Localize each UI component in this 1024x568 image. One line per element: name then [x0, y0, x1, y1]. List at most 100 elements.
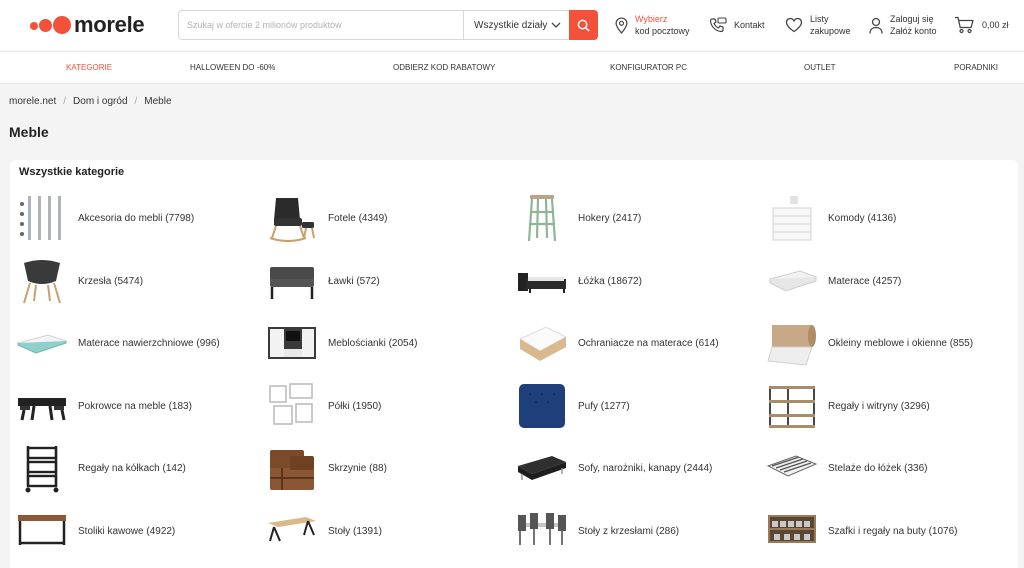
category-label: Stoliki kawowe (4922)	[78, 525, 176, 537]
category-label: Regały i witryny (3296)	[828, 400, 930, 412]
shelving-unit-icon	[766, 380, 818, 432]
category-tables[interactable]: Stoły (1391)	[266, 503, 382, 559]
category-rolling-carts[interactable]: Regały na kółkach (142)	[16, 440, 186, 496]
category-pouffes[interactable]: Pufy (1277)	[516, 378, 630, 434]
search-input[interactable]	[179, 11, 463, 39]
slatted-frame-icon	[766, 442, 818, 494]
bar-stool-icon	[516, 192, 568, 244]
morele-logo[interactable]: morele	[30, 11, 145, 39]
contact-label: Kontakt	[734, 20, 765, 30]
category-label: Stoły z krzesłami (286)	[578, 525, 680, 537]
category-wall-units[interactable]: Meblościanki (2054)	[266, 315, 418, 371]
category-furniture-covers[interactable]: Pokrowce na meble (183)	[16, 378, 192, 434]
postcode-subtitle: kod pocztowy	[635, 26, 690, 36]
contact-link[interactable]: Kontakt	[709, 12, 765, 38]
category-label: Pokrowce na meble (183)	[78, 400, 192, 412]
search-button[interactable]	[569, 10, 598, 40]
category-label: Akcesoria do mebli (7798)	[78, 212, 195, 224]
category-mattresses[interactable]: Materace (4257)	[766, 253, 901, 309]
category-benches[interactable]: Ławki (572)	[266, 253, 380, 309]
nav-outlet[interactable]: OUTLET	[804, 63, 836, 72]
breadcrumb-home[interactable]: morele.net	[9, 96, 56, 107]
category-beds[interactable]: Łóżka (18672)	[516, 253, 642, 309]
mattress-protector-icon	[516, 317, 568, 369]
header: morele Wszystkie działy Wybierz kod pocz…	[0, 0, 1024, 50]
logo-dots-icon	[30, 15, 71, 35]
login-link[interactable]: Zaloguj się Załóż konto	[869, 12, 937, 38]
category-coffee-tables[interactable]: Stoliki kawowe (4922)	[16, 503, 175, 559]
wall-unit-icon	[266, 317, 318, 369]
postcode-title: Wybierz	[635, 14, 668, 24]
category-label: Pufy (1277)	[578, 400, 630, 412]
nav-categories[interactable]: KATEGORIE	[66, 63, 112, 72]
sofa-icon	[516, 442, 568, 494]
category-slatted-frames[interactable]: Stelaże do łóżek (336)	[766, 440, 928, 496]
category-label: Regały na kółkach (142)	[78, 462, 186, 474]
nav-pc-configurator[interactable]: KONFIGURATOR PC	[610, 63, 687, 72]
category-select[interactable]: Wszystkie działy	[463, 11, 569, 39]
category-label: Materace (4257)	[828, 275, 902, 287]
category-label: Szafki i regały na buty (1076)	[828, 525, 958, 537]
dining-set-icon	[516, 505, 568, 557]
cart-link[interactable]: 0,00 zł	[954, 12, 1009, 38]
cart-total: 0,00 zł	[982, 20, 1009, 30]
cart-icon	[955, 16, 974, 34]
category-label: Łóżka (18672)	[578, 275, 642, 287]
mattress-icon	[766, 255, 818, 307]
bed-icon	[516, 255, 568, 307]
category-label: Ochraniacze na materace (614)	[578, 337, 719, 349]
postcode-selector[interactable]: Wybierz kod pocztowy	[615, 12, 690, 38]
nav-guides[interactable]: PORADNIKI	[954, 63, 998, 72]
shoe-rack-icon	[766, 505, 818, 557]
category-mattress-protectors[interactable]: Ochraniacze na materace (614)	[516, 315, 719, 371]
category-veneers[interactable]: Okleiny meblowe i okienne (855)	[766, 315, 973, 371]
section-title: Wszystkie kategorie	[19, 166, 125, 178]
search-bar: Wszystkie działy	[178, 10, 598, 40]
category-label: Hokery (2417)	[578, 212, 642, 224]
category-label: Komody (4136)	[828, 212, 897, 224]
category-furniture-accessories[interactable]: Akcesoria do mebli (7798)	[16, 190, 194, 246]
category-label: Materace nawierzchniowe (996)	[78, 337, 220, 349]
category-mattress-toppers[interactable]: Materace nawierzchniowe (996)	[16, 315, 220, 371]
breadcrumb-separator: /	[63, 96, 67, 107]
coffee-table-icon	[16, 505, 68, 557]
category-shelving-units[interactable]: Regały i witryny (3296)	[766, 378, 930, 434]
category-sofas[interactable]: Sofy, narożniki, kanapy (2444)	[516, 440, 712, 496]
main-nav: KATEGORIE HALLOWEEN DO -60% ODBIERZ KOD …	[0, 51, 1024, 84]
armchair-icon	[266, 192, 318, 244]
category-dressers[interactable]: Komody (4136)	[766, 190, 896, 246]
phone-icon	[709, 17, 727, 33]
user-icon	[869, 17, 883, 34]
categories-card: Wszystkie kategorie Akcesoria do mebli (…	[10, 160, 1018, 568]
category-shelves[interactable]: Półki (1950)	[266, 378, 381, 434]
breadcrumb: morele.net / Dom i ogród / Meble	[9, 96, 172, 107]
chevron-down-icon	[551, 22, 561, 28]
breadcrumb-current: Meble	[144, 96, 172, 107]
login-line2: Załóż konto	[890, 26, 937, 36]
furniture-legs-icon	[16, 192, 68, 244]
nav-halloween[interactable]: HALLOWEEN DO -60%	[190, 63, 275, 72]
login-line1: Zaloguj się	[890, 14, 934, 24]
shopping-lists-link[interactable]: Listy zakupowe	[785, 12, 851, 38]
breadcrumb-separator: /	[134, 96, 138, 107]
category-label: Krzesła (5474)	[78, 275, 144, 287]
dresser-icon	[766, 192, 818, 244]
category-shoe-racks[interactable]: Szafki i regały na buty (1076)	[766, 503, 958, 559]
category-label: Półki (1950)	[328, 400, 382, 412]
category-chairs[interactable]: Krzesła (5474)	[16, 253, 143, 309]
location-pin-icon	[615, 16, 628, 34]
chest-icon	[266, 442, 318, 494]
category-dining-sets[interactable]: Stoły z krzesłami (286)	[516, 503, 679, 559]
nav-discount-code[interactable]: ODBIERZ KOD RABATOWY	[393, 63, 495, 72]
category-armchairs[interactable]: Fotele (4349)	[266, 190, 387, 246]
lists-line2: zakupowe	[810, 26, 851, 36]
breadcrumb-home-garden[interactable]: Dom i ogród	[73, 96, 127, 107]
logo-text: morele	[74, 12, 145, 37]
category-chests[interactable]: Skrzynie (88)	[266, 440, 387, 496]
search-icon	[577, 19, 590, 32]
category-bar-stools[interactable]: Hokery (2417)	[516, 190, 641, 246]
category-label: Ławki (572)	[328, 275, 380, 287]
category-label: Okleiny meblowe i okienne (855)	[828, 337, 974, 349]
rolling-cart-icon	[16, 442, 68, 494]
furniture-cover-icon	[16, 380, 68, 432]
